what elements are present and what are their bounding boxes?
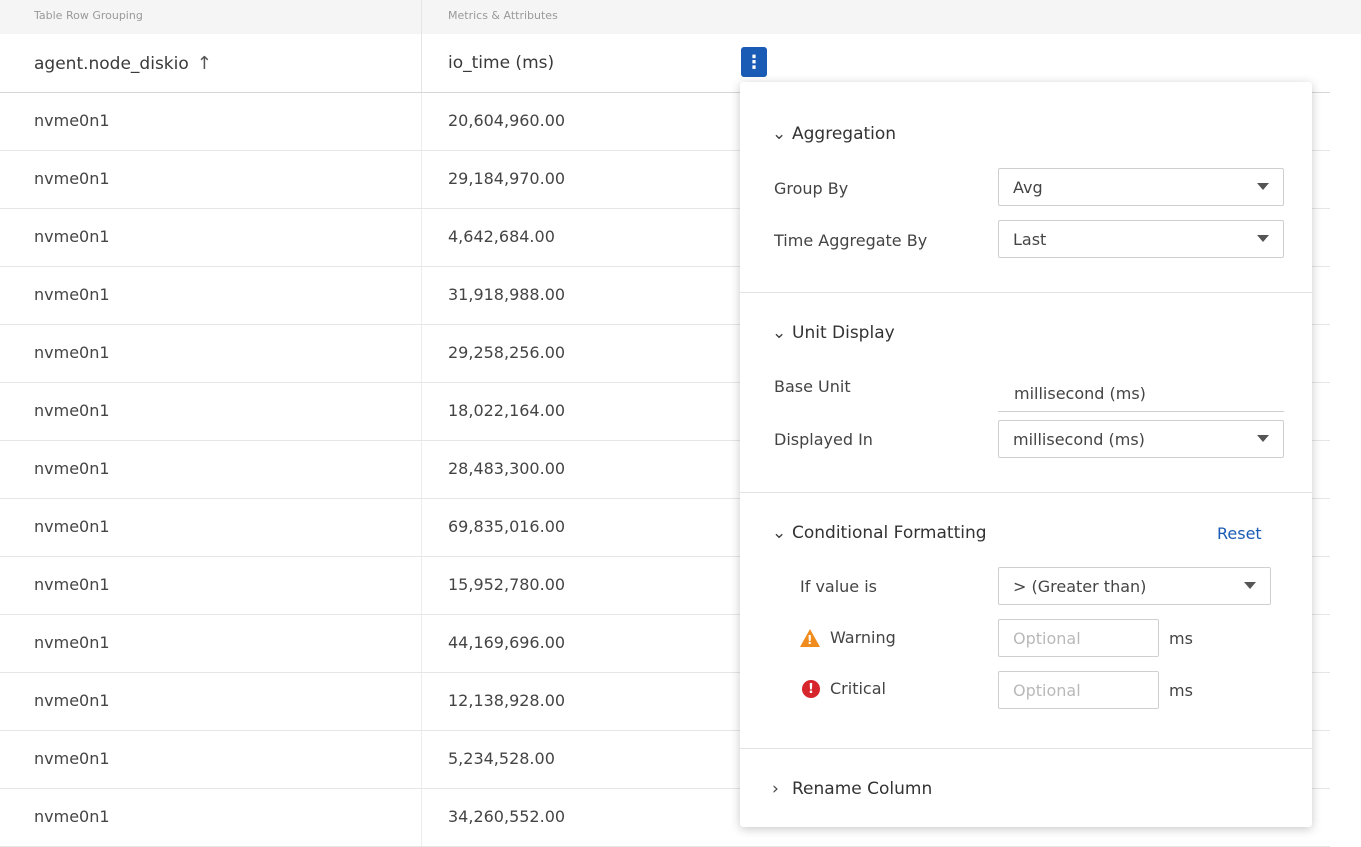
row-value-cell: 5,234,528.00	[448, 749, 555, 768]
cell-separator	[421, 441, 422, 498]
row-node-cell: nvme0n1	[34, 517, 110, 536]
row-node-cell: nvme0n1	[34, 691, 110, 710]
kebab-menu-icon: ⋮	[745, 51, 763, 73]
unit-display-title: Unit Display	[792, 323, 895, 343]
if-value-select[interactable]: > (Greater than)	[998, 567, 1271, 605]
row-node-cell: nvme0n1	[34, 633, 110, 652]
time-aggregate-value: Last	[1013, 230, 1047, 249]
row-value-cell: 15,952,780.00	[448, 575, 566, 594]
displayed-in-value: millisecond (ms)	[1013, 430, 1145, 449]
cell-separator	[421, 615, 422, 672]
row-value-cell: 29,258,256.00	[448, 343, 566, 362]
group-by-label: Group By	[774, 179, 849, 198]
chevron-down-icon: ⌄	[772, 523, 787, 543]
row-value-cell: 20,604,960.00	[448, 111, 566, 130]
caret-down-icon	[1257, 235, 1269, 242]
base-unit-label: Base Unit	[774, 377, 851, 396]
row-value-cell: 12,138,928.00	[448, 691, 566, 710]
warning-mark: !	[807, 633, 813, 647]
group-header-band: Table Row Grouping Metrics & Attributes	[0, 0, 1361, 34]
cell-separator	[421, 151, 422, 208]
chevron-down-icon: ⌄	[772, 323, 787, 343]
section-divider	[740, 292, 1312, 293]
cell-separator	[421, 209, 422, 266]
aggregation-title: Aggregation	[792, 124, 897, 144]
critical-exclamation-icon: !	[802, 680, 820, 698]
cell-separator	[421, 789, 422, 846]
column-separator	[421, 34, 422, 92]
conditional-formatting-title: Conditional Formatting	[792, 523, 987, 543]
row-value-cell: 31,918,988.00	[448, 285, 566, 304]
critical-threshold-input[interactable]	[998, 671, 1159, 709]
displayed-in-label: Displayed In	[774, 430, 873, 449]
cell-separator	[421, 93, 422, 150]
row-value-cell: 69,835,016.00	[448, 517, 566, 536]
row-node-cell: nvme0n1	[34, 575, 110, 594]
conditional-formatting-section-toggle[interactable]: ⌄ Conditional Formatting	[772, 523, 987, 543]
row-value-cell: 34,260,552.00	[448, 807, 566, 826]
section-divider	[740, 748, 1312, 749]
critical-label: Critical	[830, 679, 886, 698]
time-aggregate-label: Time Aggregate By	[774, 231, 928, 250]
row-node-cell: nvme0n1	[34, 285, 110, 304]
cell-separator	[421, 499, 422, 556]
warning-threshold-input[interactable]	[998, 619, 1159, 657]
row-value-cell: 29,184,970.00	[448, 169, 566, 188]
column-settings-panel: ⌄ Aggregation Group By Avg Time Aggregate…	[740, 82, 1312, 827]
row-node-cell: nvme0n1	[34, 459, 110, 478]
row-value-cell: 18,022,164.00	[448, 401, 566, 420]
section-divider	[740, 492, 1312, 493]
metric-column-header[interactable]: io_time (ms)	[448, 53, 554, 73]
group-by-select[interactable]: Avg	[998, 168, 1284, 206]
row-node-cell: nvme0n1	[34, 169, 110, 188]
grouping-column-header[interactable]: agent.node_diskio ↑	[34, 53, 212, 74]
row-node-cell: nvme0n1	[34, 807, 110, 826]
chevron-right-icon: ›	[772, 779, 779, 799]
reset-link[interactable]: Reset	[1217, 524, 1262, 543]
grouping-column-title: agent.node_diskio	[34, 54, 189, 74]
cell-separator	[421, 557, 422, 614]
row-node-cell: nvme0n1	[34, 401, 110, 420]
unit-display-section-toggle[interactable]: ⌄ Unit Display	[772, 323, 895, 343]
aggregation-section-toggle[interactable]: ⌄ Aggregation	[772, 124, 896, 144]
metrics-attributes-label: Metrics & Attributes	[448, 9, 558, 22]
row-grouping-label: Table Row Grouping	[34, 9, 143, 22]
cell-separator	[421, 673, 422, 730]
rename-column-section-toggle[interactable]: › Rename Column	[772, 779, 932, 799]
caret-down-icon	[1257, 183, 1269, 190]
caret-down-icon	[1257, 435, 1269, 442]
rename-column-title: Rename Column	[792, 779, 933, 799]
cell-separator	[421, 731, 422, 788]
group-by-value: Avg	[1013, 178, 1043, 197]
row-value-cell: 28,483,300.00	[448, 459, 566, 478]
row-node-cell: nvme0n1	[34, 749, 110, 768]
cell-separator	[421, 267, 422, 324]
column-menu-button[interactable]: ⋮	[741, 47, 767, 77]
chevron-down-icon: ⌄	[772, 124, 787, 144]
row-value-cell: 44,169,696.00	[448, 633, 566, 652]
warning-label: Warning	[830, 628, 896, 647]
warning-unit: ms	[1169, 629, 1193, 648]
group-separator	[421, 0, 422, 34]
displayed-in-select[interactable]: millisecond (ms)	[998, 420, 1284, 458]
critical-unit: ms	[1169, 681, 1193, 700]
row-node-cell: nvme0n1	[34, 343, 110, 362]
caret-down-icon	[1244, 582, 1256, 589]
arrow-up-icon[interactable]: ↑	[197, 53, 212, 74]
cell-separator	[421, 383, 422, 440]
row-value-cell: 4,642,684.00	[448, 227, 555, 246]
row-node-cell: nvme0n1	[34, 227, 110, 246]
base-unit-value: millisecond (ms)	[998, 374, 1284, 412]
cell-separator	[421, 325, 422, 382]
row-node-cell: nvme0n1	[34, 111, 110, 130]
if-value-label: If value is	[800, 577, 878, 596]
if-value-value: > (Greater than)	[1013, 577, 1147, 596]
time-aggregate-select[interactable]: Last	[998, 220, 1284, 258]
